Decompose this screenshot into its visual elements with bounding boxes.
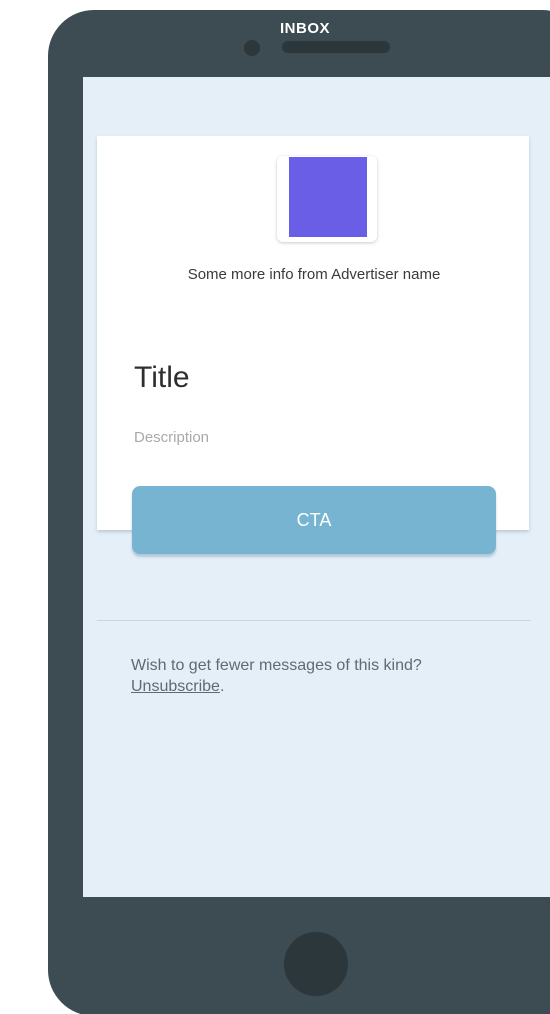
unsubscribe-note: Wish to get fewer messages of this kind?… bbox=[131, 655, 491, 697]
cta-button[interactable]: CTA bbox=[132, 486, 496, 554]
ad-description: Description bbox=[134, 429, 210, 446]
unsubscribe-link[interactable]: Unsubscribe bbox=[131, 678, 220, 695]
home-button[interactable] bbox=[284, 932, 348, 996]
speaker-icon bbox=[282, 41, 390, 53]
ad-title: Title bbox=[134, 361, 190, 394]
inbox-label: INBOX bbox=[280, 20, 331, 37]
unsubscribe-prompt-text: Wish to get fewer messages of this kind? bbox=[131, 657, 422, 674]
advertiser-logo bbox=[289, 157, 367, 237]
stage: INBOX Some more info from Advertiser nam… bbox=[0, 0, 550, 1014]
ad-card: Some more info from Advertiser name Titl… bbox=[97, 136, 529, 554]
phone-screen: Some more info from Advertiser name Titl… bbox=[83, 77, 550, 897]
camera-icon bbox=[244, 40, 260, 56]
divider bbox=[97, 620, 531, 621]
unsubscribe-end-punctuation: . bbox=[219, 678, 225, 695]
advertiser-info-text: Some more info from Advertiser name bbox=[187, 266, 441, 283]
